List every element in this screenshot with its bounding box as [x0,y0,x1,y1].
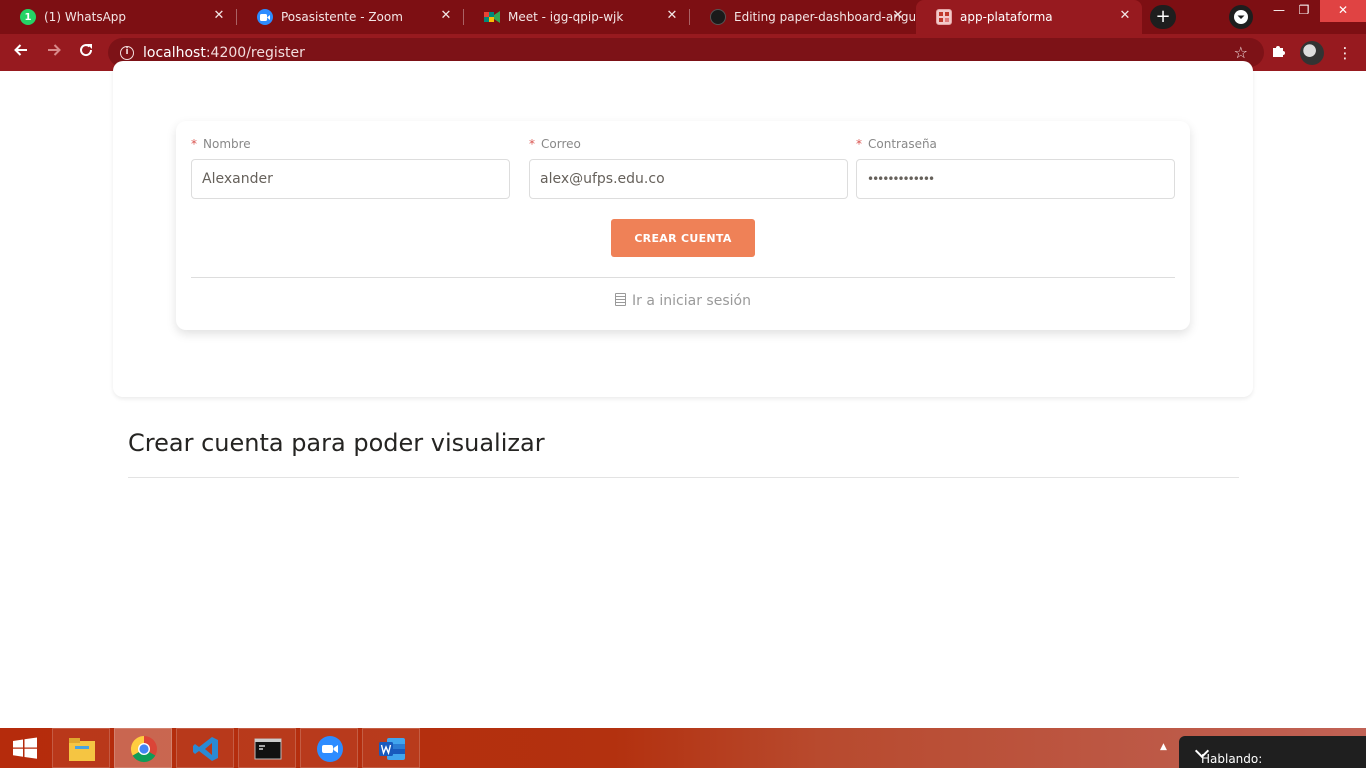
tray-expand-icon[interactable]: ▲ [1160,742,1167,752]
create-account-button[interactable]: CREAR CUENTA [611,219,755,257]
close-tab-icon[interactable]: ✕ [439,9,453,23]
terminal-icon [254,738,282,760]
tab-meet[interactable]: Meet - igg-qpip-wjk ✕ [464,0,689,34]
register-card: *Nombre *Correo *Contraseña CREAR CUENTA… [113,61,1253,397]
close-tab-icon[interactable]: ✕ [891,9,905,23]
extensions-icon[interactable] [1267,41,1291,65]
login-link-text: Ir a iniciar sesión [632,293,751,309]
taskbar-vscode[interactable] [176,728,234,768]
name-field[interactable] [191,159,510,199]
document-icon [615,293,627,306]
close-tab-icon[interactable]: ✕ [212,9,226,23]
arrow-right-icon [48,44,61,56]
url-path: :4200/register [205,44,305,61]
windows-logo-icon [13,737,37,759]
file-explorer-icon [69,738,95,761]
tab-app-plataforma[interactable]: app-plataforma ✕ [916,0,1142,34]
notification-text: Hablando: [1201,752,1263,766]
browser-tab-strip: 1 (1) WhatsApp ✕ Posasistente - Zoom ✕ M… [0,0,1366,34]
taskbar: ▲ [0,728,1366,768]
taskbar-terminal[interactable] [238,728,296,768]
reload-icon [80,44,93,57]
email-label: * Correo [529,137,581,151]
tab-title: Editing paper-dashboard-angu [734,10,915,24]
login-link[interactable]: Ir a iniciar sesión [176,293,1190,309]
reload-button[interactable] [74,41,98,65]
arrow-left-icon [14,44,27,56]
profile-avatar[interactable] [1300,41,1324,65]
name-label: * Nombre [191,137,251,151]
whatsapp-icon: 1 [20,9,36,25]
tab-title: Meet - igg-qpip-wjk [508,10,624,24]
tab-title: (1) WhatsApp [44,10,127,24]
taskbar-chrome[interactable] [114,728,172,768]
email-field[interactable] [529,159,848,199]
zoom-icon [317,736,343,762]
taskbar-file-explorer[interactable] [52,728,110,768]
close-tab-icon[interactable]: ✕ [1118,9,1132,23]
required-marker: * [856,137,862,151]
password-field[interactable] [856,159,1175,199]
tab-whatsapp[interactable]: 1 (1) WhatsApp ✕ [0,0,236,34]
tab-title: Posasistente - Zoom [281,10,403,24]
taskbar-zoom[interactable] [300,728,358,768]
close-tab-icon[interactable]: ✕ [665,9,679,23]
page-content: *Nombre *Correo *Contraseña CREAR CUENTA… [0,61,1366,728]
github-icon [710,9,726,25]
info-icon[interactable]: i [120,45,134,60]
app-icon [936,9,952,25]
taskbar-word[interactable] [362,728,420,768]
tab-github[interactable]: Editing paper-dashboard-angu ✕ [690,0,915,34]
password-label: * Contraseña [856,137,937,151]
zoom-icon [257,9,273,25]
word-icon [379,738,405,760]
chevron-down-icon [1234,10,1248,24]
tab-title: app-plataforma [960,10,1053,24]
back-button[interactable] [9,41,33,65]
url-host: localhost [143,44,206,61]
section-title: Crear cuenta para poder visualizar [128,429,545,457]
forward-button[interactable] [42,41,66,65]
new-tab-button[interactable]: + [1150,5,1176,29]
close-window-button[interactable]: ✕ [1320,0,1366,22]
bookmark-star-icon[interactable]: ☆ [1234,43,1248,62]
required-marker: * [191,137,197,151]
speaking-notification: Hablando: [1179,736,1366,768]
google-meet-icon [484,9,500,25]
tab-zoom[interactable]: Posasistente - Zoom ✕ [237,0,463,34]
chrome-icon [130,735,157,763]
start-button[interactable] [0,728,48,768]
tab-search-button[interactable] [1229,5,1253,29]
required-marker: * [529,137,535,151]
section-divider [128,477,1239,478]
menu-kebab-icon[interactable]: ⋮ [1333,41,1357,65]
vscode-icon [193,737,218,761]
form-divider [191,277,1175,278]
register-form: *Nombre *Correo *Contraseña CREAR CUENTA… [176,121,1190,330]
